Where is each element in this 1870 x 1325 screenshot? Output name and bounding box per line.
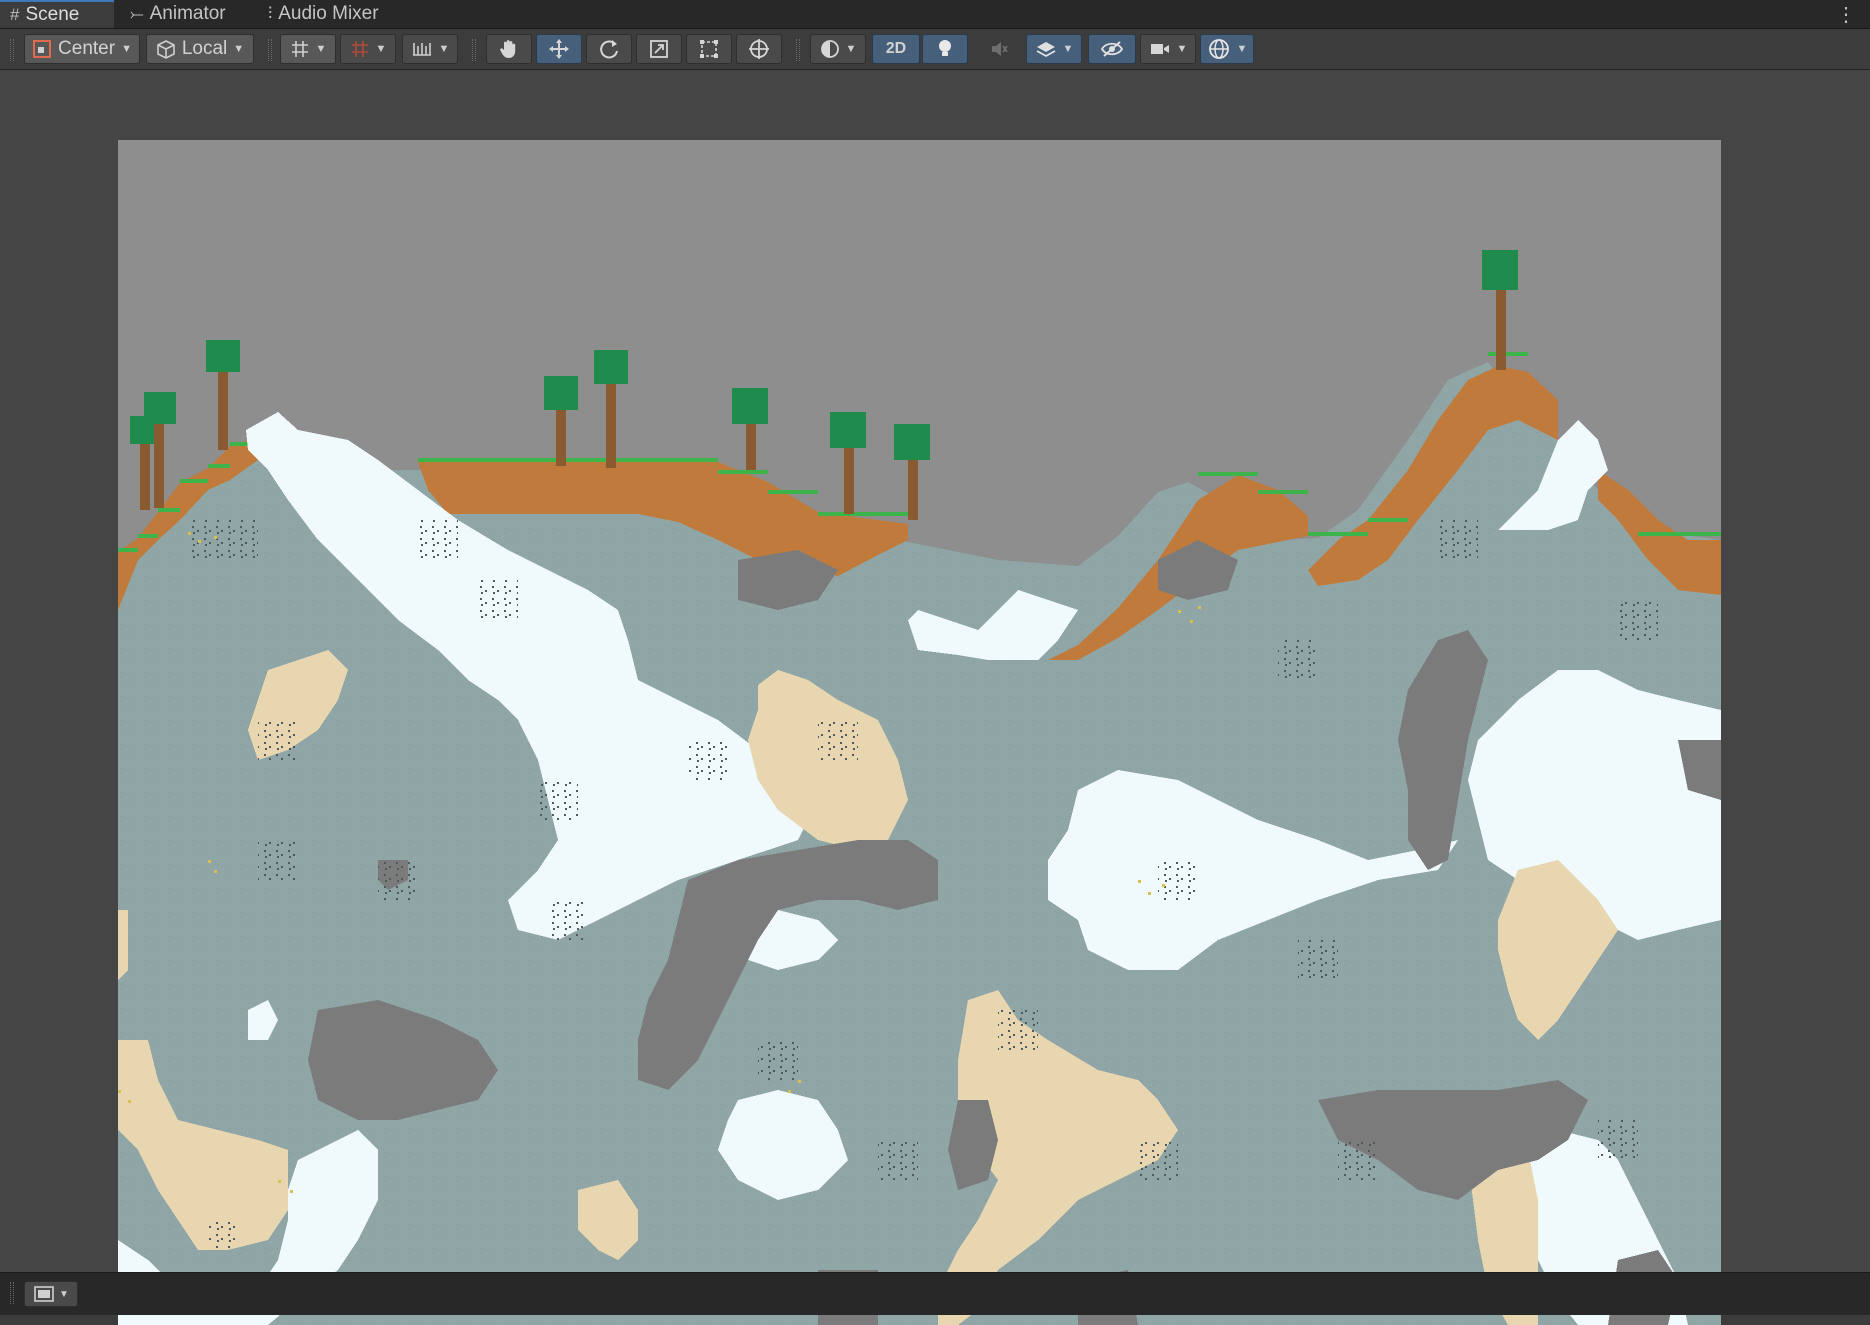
tab-audio-mixer-label: Audio Mixer — [278, 3, 379, 24]
cube-icon — [157, 40, 175, 59]
transform-tool-button[interactable] — [736, 34, 782, 64]
tab-bar: # Scene ⤚ Animator ⫶ Audio Mixer ⋮ — [0, 0, 1870, 29]
2d-mode-toggle[interactable]: 2D — [872, 34, 920, 64]
scene-toolbar: Center ▼ Local ▼ ▼ ▼ ▼ ▼ 2D ▼ ▼ ▼ — [0, 29, 1870, 70]
grid-icon: # — [10, 5, 20, 24]
gizmos-dropdown[interactable]: ▼ — [1200, 34, 1254, 64]
rotate-tool-button[interactable] — [586, 34, 632, 64]
pivot-rotation-dropdown[interactable]: Local ▼ — [146, 34, 254, 64]
hand-tool-button[interactable] — [486, 34, 532, 64]
2d-mode-label: 2D — [885, 40, 907, 57]
scene-visibility-toggle[interactable] — [1088, 34, 1136, 64]
scene-lighting-toggle[interactable] — [922, 34, 968, 64]
overlay-menu-dropdown[interactable]: ▼ — [24, 1281, 78, 1307]
more-options-icon[interactable]: ⋮ — [1836, 2, 1856, 27]
animator-icon: ⤚ — [130, 4, 144, 23]
pivot-mode-label: Center — [58, 38, 116, 59]
chevron-down-icon: ▼ — [845, 43, 857, 55]
lightbulb-icon — [939, 40, 951, 56]
chevron-down-icon: ▼ — [121, 43, 132, 55]
chevron-down-icon: ▼ — [375, 43, 387, 55]
increment-snap-dropdown[interactable]: ▼ — [340, 34, 396, 64]
mute-speaker-icon — [992, 42, 1008, 56]
tab-audio-mixer[interactable]: ⫶ Audio Mixer — [258, 0, 408, 28]
grid-snapping-dropdown[interactable]: ▼ — [280, 34, 336, 64]
bottom-bar: ▼ — [0, 1272, 1870, 1315]
move-arrows-icon — [549, 39, 569, 59]
scene-view[interactable] — [0, 70, 1870, 1325]
chevron-down-icon: ▼ — [1062, 43, 1074, 55]
transform-icon — [749, 39, 769, 59]
toolbar-grip[interactable] — [268, 39, 272, 61]
grid-snap-icon — [291, 41, 308, 57]
chevron-down-icon: ▼ — [1236, 43, 1248, 55]
chevron-down-icon: ▼ — [59, 1288, 69, 1300]
toolbar-grip[interactable] — [796, 39, 800, 61]
tab-scene[interactable]: # Scene — [0, 0, 114, 28]
toolbar-grip[interactable] — [472, 39, 476, 61]
draw-mode-dropdown[interactable]: ▼ — [810, 34, 866, 64]
pivot-rotation-label: Local — [181, 38, 228, 59]
layers-effects-icon — [1036, 42, 1055, 58]
gizmo-globe-icon — [1208, 39, 1229, 59]
chevron-down-icon: ▼ — [1176, 43, 1188, 55]
tab-animator-label: Animator — [149, 3, 226, 24]
rect-transform-icon — [700, 40, 718, 58]
scene-canvas[interactable] — [118, 140, 1721, 1325]
effects-dropdown[interactable]: ▼ — [1026, 34, 1082, 64]
toolbar-grip[interactable] — [10, 1282, 14, 1304]
scale-tool-button[interactable] — [636, 34, 682, 64]
chevron-down-icon: ▼ — [315, 43, 327, 55]
mixer-sliders-icon: ⫶ — [268, 4, 273, 23]
snap-settings-dropdown[interactable]: ▼ — [402, 34, 458, 64]
tab-scene-label: Scene — [25, 4, 80, 25]
camera-settings-dropdown[interactable]: ▼ — [1140, 34, 1196, 64]
move-tool-button[interactable] — [536, 34, 582, 64]
toolbar-grip[interactable] — [10, 39, 14, 61]
magnet-grid-icon — [351, 41, 368, 57]
hand-icon — [500, 40, 516, 58]
chevron-down-icon: ▼ — [438, 43, 450, 55]
audio-toggle[interactable] — [976, 34, 1022, 64]
chevron-down-icon: ▼ — [233, 43, 245, 55]
shading-sphere-icon — [820, 40, 839, 58]
pivot-mode-dropdown[interactable]: Center ▼ — [24, 34, 140, 64]
scale-icon — [650, 40, 668, 58]
eye-hidden-icon — [1100, 41, 1124, 57]
overlay-panel-icon — [34, 1286, 54, 1302]
camera-icon — [1150, 44, 1169, 54]
rect-tool-button[interactable] — [686, 34, 732, 64]
tab-animator[interactable]: ⤚ Animator — [120, 0, 254, 28]
rotate-icon — [600, 40, 618, 59]
ruler-icon — [412, 43, 431, 56]
pivot-icon — [33, 40, 52, 58]
